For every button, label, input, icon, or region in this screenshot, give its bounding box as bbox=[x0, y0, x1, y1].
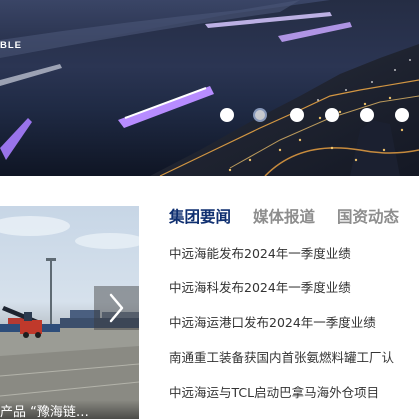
news-tabs: 集团要闻 媒体报道 国资动态 bbox=[169, 205, 419, 229]
news-item[interactable]: 中远海能发布2024年一季度业绩 bbox=[169, 243, 419, 263]
slide-indicators bbox=[220, 108, 419, 124]
tab-sasac-news[interactable]: 国资动态 bbox=[337, 205, 399, 227]
slide-dot-3[interactable] bbox=[290, 108, 304, 122]
photo-caption: 产品 “豫海链… bbox=[0, 405, 89, 420]
chevron-right-icon bbox=[109, 293, 124, 323]
news-item[interactable]: 中远海运港口发布2024年一季度业绩 bbox=[169, 312, 419, 332]
photo-next-button[interactable] bbox=[94, 286, 139, 330]
slide-dot-2[interactable] bbox=[253, 108, 267, 122]
news-item[interactable]: 中远海运与TCL启动巴拿马海外仓项目 bbox=[169, 382, 419, 402]
photo-caption-bar[interactable]: 产品 “豫海链… bbox=[0, 400, 139, 420]
news-item[interactable]: 南通重工装备获国内首张氨燃料罐工厂认 bbox=[169, 347, 419, 367]
slide-dot-1[interactable] bbox=[220, 108, 234, 122]
slide-dot-5[interactable] bbox=[360, 108, 374, 122]
news-item[interactable]: 中远海科发布2024年一季度业绩 bbox=[169, 277, 419, 297]
hero-image bbox=[0, 0, 419, 176]
tab-group-news[interactable]: 集团要闻 bbox=[169, 205, 231, 227]
hero-caption: BLE bbox=[0, 40, 22, 51]
slide-dot-6[interactable] bbox=[395, 108, 409, 122]
slide-dot-4[interactable] bbox=[325, 108, 339, 122]
hero-banner[interactable]: BLE bbox=[0, 0, 419, 176]
tab-media-reports[interactable]: 媒体报道 bbox=[253, 205, 315, 227]
